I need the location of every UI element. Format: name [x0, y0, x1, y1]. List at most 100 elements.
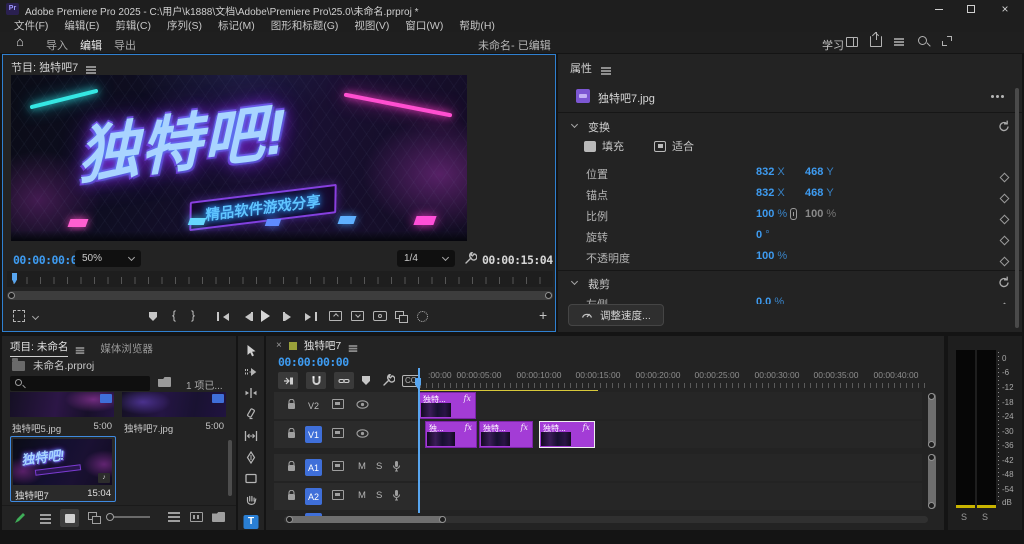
monitor-settings-wrench-icon[interactable]	[464, 252, 477, 265]
step-back-button[interactable]	[241, 312, 253, 321]
step-forward-button[interactable]	[283, 312, 295, 321]
reset-crop-icon[interactable]	[998, 276, 1010, 288]
linked-selection-button[interactable]	[334, 372, 354, 389]
timeline-ruler[interactable]: :00:00 00:00:05:00 00:00:10:00 00:00:15:…	[416, 368, 928, 390]
keyframe-toggle-icon[interactable]	[1000, 194, 1010, 204]
minimize-button[interactable]	[924, 0, 954, 18]
track-a2-content[interactable]	[419, 483, 922, 510]
rectangle-tool[interactable]	[245, 473, 258, 484]
panel-menu-icon[interactable]	[86, 66, 96, 68]
lift-button[interactable]	[329, 311, 342, 321]
mark-out-button[interactable]: }	[191, 308, 195, 322]
program-scrollbar[interactable]	[7, 291, 553, 300]
button-editor-plus-button[interactable]: +	[539, 307, 547, 323]
close-button[interactable]: ×	[990, 0, 1020, 18]
project-writable-pen-icon[interactable]	[14, 512, 26, 524]
list-view-button[interactable]	[40, 514, 51, 516]
voiceover-mic-icon[interactable]	[392, 460, 401, 473]
timeline-clip-v2[interactable]: 独特... fx	[419, 392, 476, 419]
comparison-view-button[interactable]	[395, 311, 404, 319]
share-icon[interactable]	[870, 36, 882, 47]
crop-section-header[interactable]: 裁剪	[558, 274, 1022, 292]
properties-clip-row[interactable]: 独特吧7.jpg	[558, 86, 1022, 108]
scale-x-value[interactable]: 100 %	[756, 208, 787, 220]
lock-icon[interactable]	[287, 428, 296, 439]
track-visibility-eye-icon[interactable]	[356, 400, 369, 409]
play-button[interactable]	[261, 310, 276, 322]
icon-view-button[interactable]	[60, 509, 79, 527]
project-item[interactable]: 独特吧5.jpg 5:00	[10, 392, 114, 432]
position-y-value[interactable]: 468 Y	[805, 166, 834, 178]
sync-lock-icon[interactable]	[332, 428, 344, 438]
panel-menu-icon[interactable]	[349, 345, 358, 347]
lock-icon[interactable]	[287, 399, 296, 410]
timeline-clip-v1-2[interactable]: 独特... fx	[479, 421, 533, 448]
mute-button[interactable]: M	[358, 461, 366, 472]
timeline-h-scrollbar[interactable]	[284, 516, 928, 523]
menu-item-sequence[interactable]: 序列(S)	[159, 18, 210, 33]
tab-import[interactable]: 导入	[46, 37, 68, 53]
project-item[interactable]: 独特吧7.jpg 5:00	[122, 392, 226, 432]
keyframe-toggle-icon[interactable]	[1000, 173, 1010, 183]
hand-tool[interactable]	[245, 494, 258, 507]
search-bin-icon[interactable]	[158, 377, 171, 387]
timeline-tab-title[interactable]: 独特吧7	[304, 338, 341, 353]
keyframe-toggle-icon[interactable]	[1000, 215, 1010, 225]
tab-project[interactable]: 项目: 未命名	[10, 339, 68, 357]
tab-export[interactable]: 导出	[114, 37, 136, 53]
lock-icon[interactable]	[287, 461, 296, 472]
keyframe-toggle-icon[interactable]	[1000, 236, 1010, 246]
timeline-settings-wrench-icon[interactable]	[382, 374, 395, 387]
home-icon[interactable]: ⌂	[16, 34, 24, 49]
panel-menu-icon[interactable]	[76, 347, 85, 349]
export-frame-camera-icon[interactable]	[373, 311, 387, 321]
learn-button[interactable]: 学习	[822, 37, 844, 53]
track-a1-content[interactable]	[419, 454, 922, 481]
timeline-current-timecode[interactable]: 00:00:00:00	[278, 355, 349, 369]
sync-lock-icon[interactable]	[332, 399, 344, 409]
chevron-down-icon[interactable]	[32, 313, 39, 320]
clip-more-options-icon[interactable]	[991, 95, 994, 98]
quick-search-icon[interactable]	[918, 36, 927, 45]
scale-y-value[interactable]: 100 %	[805, 208, 836, 220]
section-expand-icon[interactable]	[571, 278, 578, 285]
slip-tool[interactable]	[244, 430, 258, 442]
workspace-menu-icon[interactable]	[894, 38, 904, 40]
go-to-out-button[interactable]	[305, 312, 317, 321]
pen-tool[interactable]	[245, 451, 257, 464]
section-expand-icon[interactable]	[571, 121, 578, 128]
sort-icon[interactable]	[168, 512, 180, 514]
scale-link-icon[interactable]	[790, 208, 797, 220]
menu-item-edit[interactable]: 编辑(E)	[56, 18, 107, 33]
maximize-button[interactable]	[956, 0, 986, 18]
new-bin-folder-icon[interactable]	[212, 512, 225, 522]
properties-title[interactable]: 属性	[570, 60, 592, 76]
properties-scrollbar[interactable]	[1015, 88, 1019, 328]
automate-to-sequence-icon[interactable]	[190, 512, 203, 522]
project-search-input[interactable]	[10, 376, 150, 391]
position-x-value[interactable]: 832 X	[756, 166, 785, 178]
mute-button[interactable]: M	[358, 490, 366, 501]
project-file-row[interactable]: 未命名.prproj	[12, 358, 94, 373]
solo-button[interactable]: S	[376, 490, 382, 501]
razor-tool[interactable]	[245, 408, 258, 420]
audio-tracks-scrollbar[interactable]	[928, 454, 936, 509]
menu-item-graphics[interactable]: 图形和标题(G)	[263, 18, 347, 33]
settings-button[interactable]	[417, 311, 428, 322]
video-tracks-scrollbar[interactable]	[928, 393, 936, 448]
timeline-clip-v1-3-selected[interactable]: 独特... fx	[539, 421, 595, 448]
meter-solo-right-button[interactable]: S	[982, 512, 988, 522]
keyframe-toggle-icon[interactable]	[1000, 303, 1010, 304]
lock-icon[interactable]	[287, 490, 296, 501]
nest-sequence-button[interactable]	[278, 372, 298, 389]
solo-button[interactable]: S	[376, 461, 382, 472]
track-target-v1[interactable]: V1	[305, 426, 322, 443]
anchor-y-value[interactable]: 468 Y	[805, 187, 834, 199]
meter-solo-left-button[interactable]: S	[961, 512, 967, 522]
project-item-selected[interactable]: 独特吧! ♪ 独特吧7 15:04	[10, 436, 116, 502]
tab-media-browser[interactable]: 媒体浏览器	[100, 341, 153, 356]
selection-tool[interactable]	[245, 344, 258, 358]
panel-layout-icon[interactable]	[846, 37, 858, 47]
sync-lock-icon[interactable]	[332, 490, 344, 500]
menu-item-help[interactable]: 帮助(H)	[451, 18, 503, 33]
